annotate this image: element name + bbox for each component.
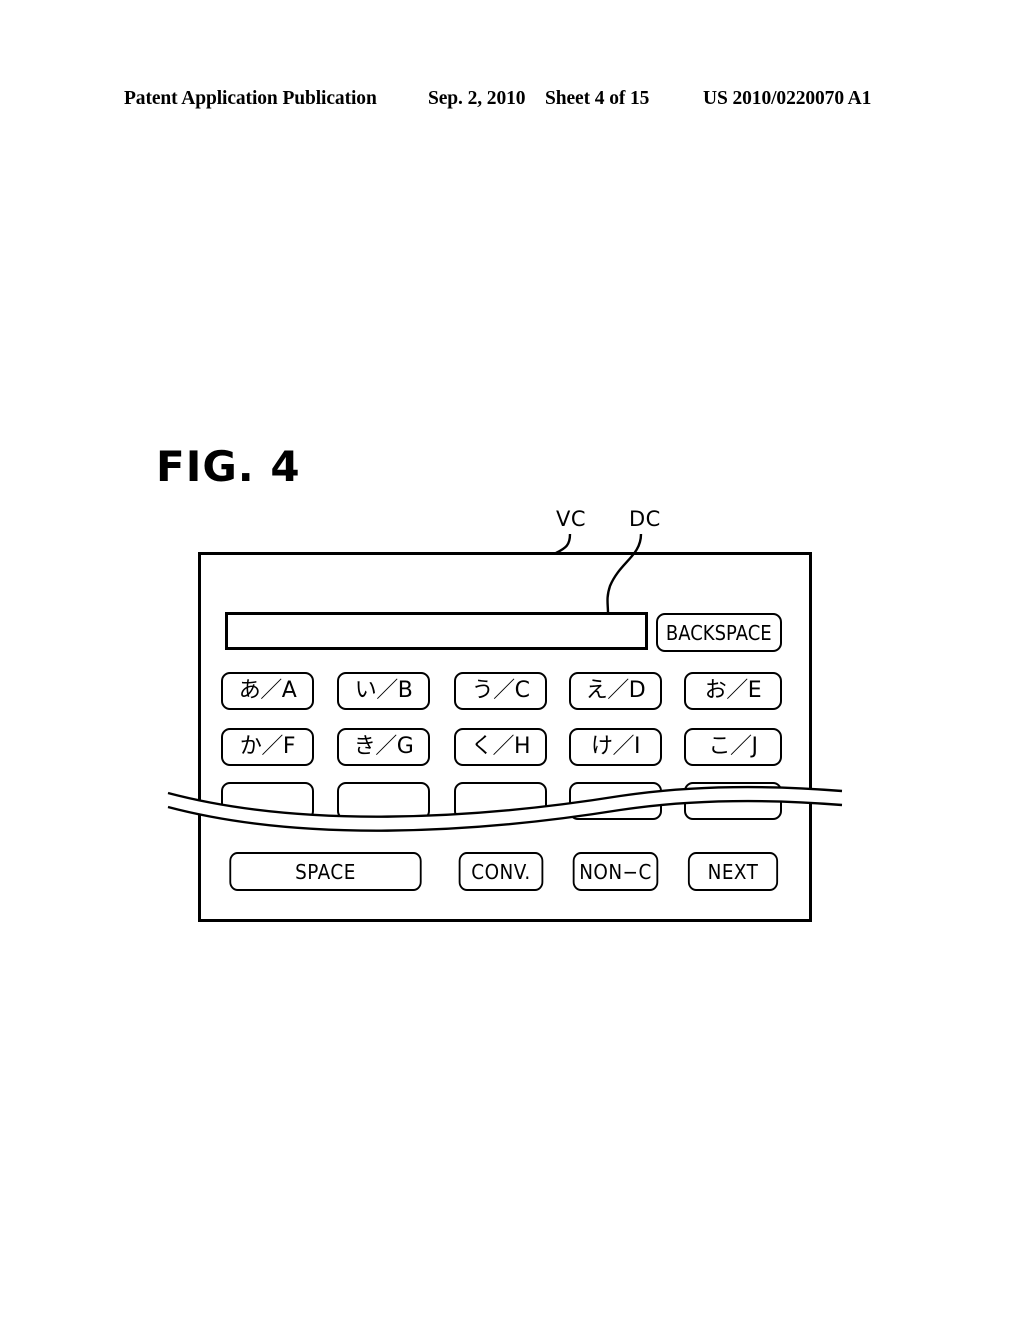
- key-u-C[interactable]: う／C: [454, 672, 547, 710]
- key-ka-F[interactable]: か／F: [221, 728, 314, 766]
- key-non-c[interactable]: NON−C: [572, 852, 659, 891]
- key-space[interactable]: SPACE: [229, 852, 422, 891]
- key-i-B[interactable]: い／B: [337, 672, 430, 710]
- key-backspace-label: BACKSPACE: [666, 620, 772, 645]
- key-row3-4[interactable]: [569, 782, 662, 820]
- key-e-D[interactable]: え／D: [569, 672, 662, 710]
- key-space-label: SPACE: [295, 859, 356, 884]
- key-a-A[interactable]: あ／A: [221, 672, 314, 710]
- key-next[interactable]: NEXT: [687, 852, 779, 891]
- key-ko-J[interactable]: こ／J: [684, 728, 782, 766]
- key-row3-2[interactable]: [337, 782, 430, 820]
- key-ki-G[interactable]: き／G: [337, 728, 430, 766]
- key-ke-I[interactable]: け／I: [569, 728, 662, 766]
- key-conv-label: CONV.: [471, 859, 531, 884]
- key-next-label: NEXT: [707, 859, 759, 884]
- key-backspace[interactable]: BACKSPACE: [656, 613, 782, 652]
- key-conv[interactable]: CONV.: [458, 852, 544, 891]
- display-field[interactable]: [225, 612, 648, 650]
- leader-line-vc: [555, 533, 572, 555]
- key-row3-3[interactable]: [454, 782, 547, 820]
- key-non-c-label: NON−C: [579, 859, 652, 884]
- key-row3-5[interactable]: [684, 782, 782, 820]
- key-o-E[interactable]: お／E: [684, 672, 782, 710]
- key-ku-H[interactable]: く／H: [454, 728, 547, 766]
- key-row3-1[interactable]: [221, 782, 314, 820]
